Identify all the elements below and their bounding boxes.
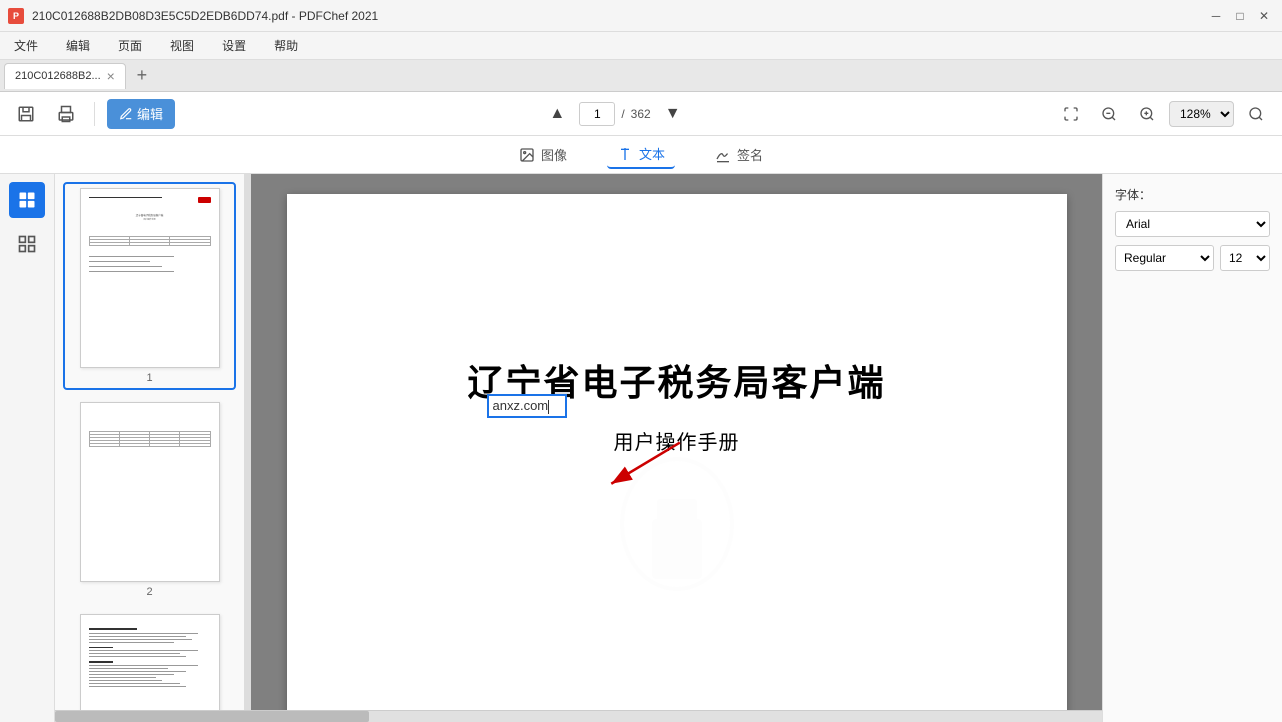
image-tool[interactable]: 图像 (509, 141, 577, 168)
tab-close-button[interactable]: × (107, 68, 115, 84)
main-layout: 辽宁省电子税务局客户端 用户操作手册 1 (0, 174, 1282, 722)
prev-page-button[interactable]: ▲ (541, 98, 573, 130)
right-panel: 字体： Arial Times New Roman Courier New Re… (1102, 174, 1282, 722)
restore-button[interactable]: □ (1230, 6, 1250, 26)
toolbar-center: ▲ / 362 ▼ (183, 98, 1047, 130)
font-style-select[interactable]: Regular Bold Italic (1115, 245, 1214, 271)
fullscreen-button[interactable] (1055, 98, 1087, 130)
pdf-page: anxz.com 辽宁省电子税务局客户端 用户操作手册 (287, 194, 1067, 722)
page-number-input[interactable] (579, 102, 615, 126)
pdf-area[interactable]: anxz.com 辽宁省电子税务局客户端 用户操作手册 (251, 174, 1102, 722)
page-total: 362 (631, 107, 651, 121)
page-navigation: ▲ / 362 ▼ (541, 98, 688, 130)
scroll-thumb[interactable] (55, 711, 369, 722)
thumb-image-3 (80, 614, 220, 722)
menu-settings[interactable]: 设置 (216, 35, 252, 56)
font-size-select[interactable]: 8 9 10 11 12 14 16 (1220, 245, 1270, 271)
thumb-num-2: 2 (146, 586, 152, 598)
new-tab-button[interactable]: + (130, 64, 154, 88)
image-tool-label: 图像 (541, 145, 567, 164)
menubar: 文件 编辑 页面 视图 设置 帮助 (0, 32, 1282, 60)
sidebar (0, 174, 55, 722)
font-label: 字体： (1115, 186, 1270, 203)
thumb-image-1: 辽宁省电子税务局客户端 用户操作手册 (80, 188, 220, 368)
thumbnail-3[interactable]: 3 (63, 610, 236, 722)
text-cursor (548, 400, 549, 414)
thumb-num-1: 1 (146, 372, 152, 384)
text-tool-label: 文本 (639, 144, 665, 163)
next-page-button[interactable]: ▼ (657, 98, 689, 130)
close-button[interactable]: ✕ (1254, 6, 1274, 26)
font-family-select[interactable]: Arial Times New Roman Courier New (1115, 211, 1270, 237)
thumbnail-1[interactable]: 辽宁省电子税务局客户端 用户操作手册 1 (63, 182, 236, 390)
red-arrow (577, 434, 697, 494)
text-tool[interactable]: 文本 (607, 140, 675, 169)
sign-tool[interactable]: 签名 (705, 141, 773, 168)
menu-page[interactable]: 页面 (112, 35, 148, 56)
toolbar-right: 50% 75% 100% 128% 150% 200% (1055, 98, 1272, 130)
text-edit-content: anxz.com (493, 398, 549, 413)
zoom-out-button[interactable] (1093, 98, 1125, 130)
tabbar: 210C012688B2... × + (0, 60, 1282, 92)
menu-help[interactable]: 帮助 (268, 35, 304, 56)
zoom-in-button[interactable] (1131, 98, 1163, 130)
edit-mode-button[interactable]: 编辑 (107, 99, 175, 129)
toolbar-separator-1 (94, 102, 95, 126)
toolbar: 编辑 ▲ / 362 ▼ 50% 75% 10 (0, 92, 1282, 136)
window-controls: ─ □ ✕ (1206, 6, 1274, 26)
menu-view[interactable]: 视图 (164, 35, 200, 56)
menu-file[interactable]: 文件 (8, 35, 44, 56)
titlebar: P 210C012688B2DB08D3E5C5D2EDB6DD74.pdf -… (0, 0, 1282, 32)
print-button[interactable] (50, 98, 82, 130)
sidebar-grid-button[interactable] (9, 226, 45, 262)
app-icon: P (8, 8, 24, 24)
save-button[interactable] (10, 98, 42, 130)
menu-edit[interactable]: 编辑 (60, 35, 96, 56)
thumbnail-2[interactable]: 2 (63, 398, 236, 602)
minimize-button[interactable]: ─ (1206, 6, 1226, 26)
titlebar-left: P 210C012688B2DB08D3E5C5D2EDB6DD74.pdf -… (8, 8, 378, 24)
page-separator: / (621, 107, 624, 121)
document-tab[interactable]: 210C012688B2... × (4, 63, 126, 89)
window-title: 210C012688B2DB08D3E5C5D2EDB6DD74.pdf - P… (32, 9, 378, 23)
thumb-image-2 (80, 402, 220, 582)
zoom-select[interactable]: 50% 75% 100% 128% 150% 200% (1169, 101, 1234, 127)
text-edit-box[interactable]: anxz.com (487, 394, 567, 418)
thumbnail-panel: 辽宁省电子税务局客户端 用户操作手册 1 (55, 174, 245, 722)
subtoolbar: 图像 文本 签名 (0, 136, 1282, 174)
sign-tool-label: 签名 (737, 145, 763, 164)
tab-label: 210C012688B2... (15, 70, 101, 82)
font-controls: Regular Bold Italic 8 9 10 11 12 14 16 (1115, 245, 1270, 271)
sidebar-thumbnail-button[interactable] (9, 182, 45, 218)
horizontal-scrollbar[interactable] (55, 710, 1102, 722)
search-button[interactable] (1240, 98, 1272, 130)
